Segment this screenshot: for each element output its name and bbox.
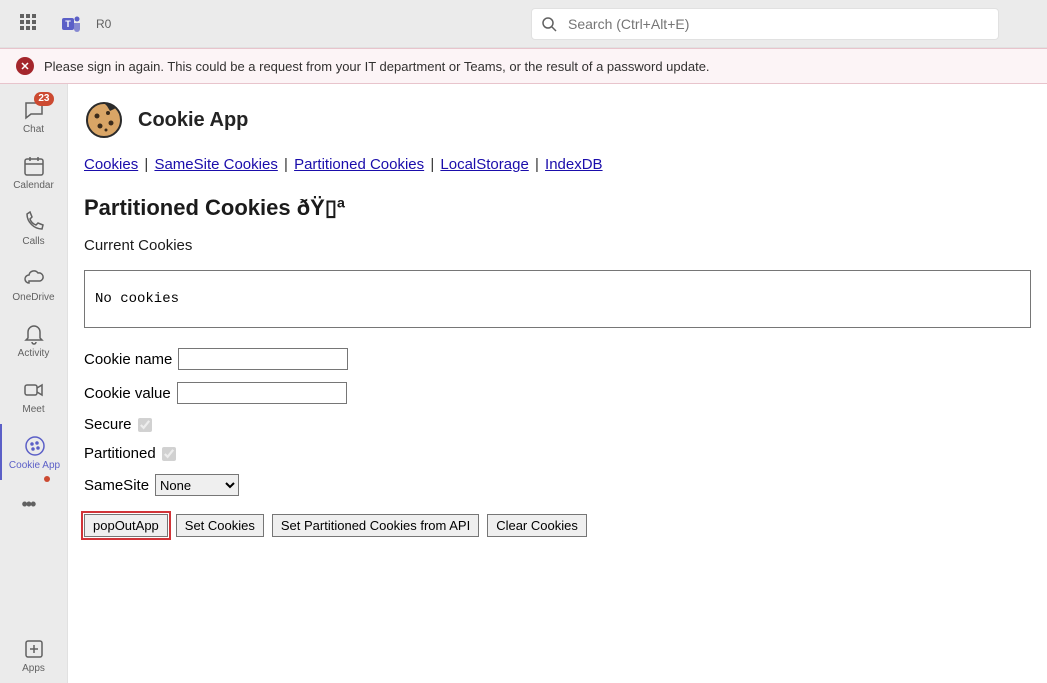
samesite-select[interactable]: None: [155, 474, 239, 496]
teams-logo-icon: T: [60, 12, 84, 36]
samesite-label: SameSite: [84, 477, 149, 494]
sidebar: 23 Chat Calendar Calls OneDrive Activity…: [0, 84, 68, 683]
sidebar-item-apps[interactable]: Apps: [0, 627, 68, 683]
app-launcher-icon[interactable]: [20, 14, 40, 34]
cookie-name-input[interactable]: [178, 348, 348, 370]
notification-dot-icon: [44, 476, 50, 482]
sidebar-item-calendar[interactable]: Calendar: [0, 144, 68, 200]
nav-cookies[interactable]: Cookies: [84, 156, 138, 173]
bell-icon: [22, 322, 46, 346]
nav-samesite[interactable]: SameSite Cookies: [154, 156, 277, 173]
alert-bar: Please sign in again. This could be a re…: [0, 48, 1047, 84]
cloud-icon: [22, 266, 46, 290]
sidebar-label: Calls: [22, 236, 44, 247]
sidebar-item-more[interactable]: •••: [0, 480, 68, 536]
phone-icon: [22, 210, 46, 234]
search-input[interactable]: [531, 8, 999, 40]
svg-text:T: T: [65, 19, 71, 29]
alert-text: Please sign in again. This could be a re…: [44, 59, 710, 74]
app-title: Cookie App: [138, 109, 248, 132]
button-row: popOutApp Set Cookies Set Partitioned Co…: [68, 502, 1047, 549]
current-cookies-label: Current Cookies: [68, 231, 1047, 260]
partitioned-label: Partitioned: [84, 445, 156, 462]
partitioned-row: Partitioned: [68, 439, 1047, 468]
sidebar-item-onedrive[interactable]: OneDrive: [0, 256, 68, 312]
sidebar-label: Calendar: [13, 180, 54, 191]
secure-checkbox[interactable]: [138, 418, 152, 432]
partitioned-checkbox[interactable]: [162, 447, 176, 461]
cookie-value-input[interactable]: [177, 382, 347, 404]
cookie-value-row: Cookie value: [68, 376, 1047, 410]
clear-cookies-button[interactable]: Clear Cookies: [487, 514, 587, 537]
sidebar-item-calls[interactable]: Calls: [0, 200, 68, 256]
cookie-value-label: Cookie value: [84, 385, 171, 402]
more-icon: •••: [22, 495, 46, 519]
top-bar: T R0: [0, 0, 1047, 48]
sidebar-label: Activity: [18, 348, 50, 359]
search-icon: [541, 16, 557, 32]
secure-label: Secure: [84, 416, 132, 433]
cookie-icon: [23, 434, 47, 458]
sidebar-label: Chat: [23, 124, 44, 135]
nav-links: Cookies | SameSite Cookies | Partitioned…: [68, 148, 1047, 181]
sidebar-label: Cookie App: [9, 460, 60, 471]
cookies-display: No cookies: [84, 270, 1031, 328]
app-header: Cookie App: [68, 84, 1047, 148]
sidebar-item-chat[interactable]: 23 Chat: [0, 88, 68, 144]
sidebar-label: OneDrive: [12, 292, 54, 303]
nav-indexdb[interactable]: IndexDB: [545, 156, 603, 173]
error-icon: [16, 57, 34, 75]
nav-partitioned[interactable]: Partitioned Cookies: [294, 156, 424, 173]
search-container: [531, 8, 999, 40]
cookie-name-row: Cookie name: [68, 342, 1047, 376]
org-label: R0: [96, 17, 111, 31]
video-icon: [22, 378, 46, 402]
chat-badge: 23: [34, 92, 53, 106]
popout-app-button[interactable]: popOutApp: [84, 514, 168, 537]
secure-row: Secure: [68, 410, 1047, 439]
calendar-icon: [22, 154, 46, 178]
set-cookies-button[interactable]: Set Cookies: [176, 514, 264, 537]
main-content: Cookie App Cookies | SameSite Cookies | …: [68, 84, 1047, 683]
sidebar-label: Meet: [22, 404, 44, 415]
sidebar-item-cookie-app[interactable]: Cookie App: [0, 424, 68, 480]
page-heading: Partitioned Cookies ðŸ▯ª: [68, 181, 1047, 231]
cookie-logo-icon: [84, 100, 124, 140]
sidebar-item-meet[interactable]: Meet: [0, 368, 68, 424]
samesite-row: SameSite None: [68, 468, 1047, 502]
cookie-name-label: Cookie name: [84, 351, 172, 368]
sidebar-item-activity[interactable]: Activity: [0, 312, 68, 368]
nav-localstorage[interactable]: LocalStorage: [440, 156, 528, 173]
apps-icon: [22, 637, 46, 661]
sidebar-label: Apps: [22, 663, 45, 674]
set-partitioned-api-button[interactable]: Set Partitioned Cookies from API: [272, 514, 479, 537]
